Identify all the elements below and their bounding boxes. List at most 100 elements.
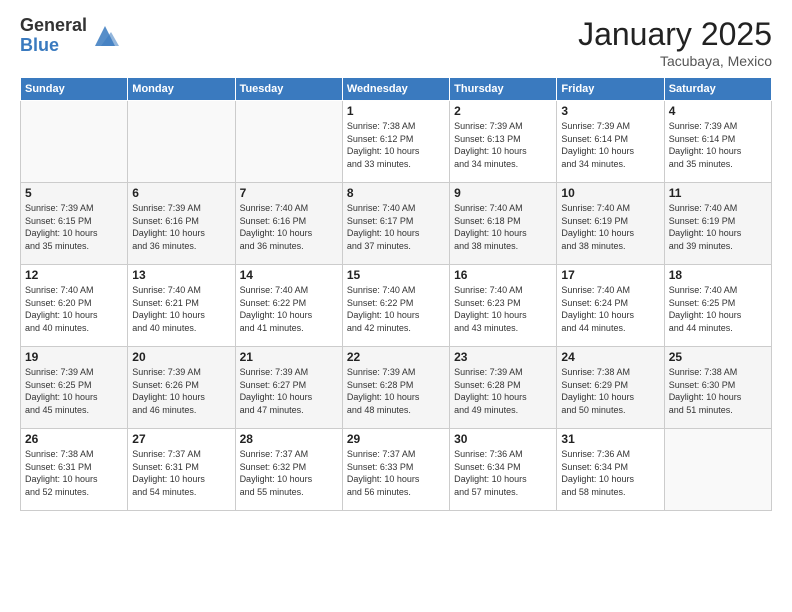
day-number: 18	[669, 268, 767, 282]
day-info: Sunrise: 7:38 AM Sunset: 6:31 PM Dayligh…	[25, 448, 123, 498]
calendar-title: January 2025	[578, 16, 772, 53]
day-info: Sunrise: 7:40 AM Sunset: 6:22 PM Dayligh…	[240, 284, 338, 334]
day-info: Sunrise: 7:39 AM Sunset: 6:16 PM Dayligh…	[132, 202, 230, 252]
table-row	[664, 429, 771, 511]
day-number: 25	[669, 350, 767, 364]
day-info: Sunrise: 7:38 AM Sunset: 6:29 PM Dayligh…	[561, 366, 659, 416]
col-wednesday: Wednesday	[342, 78, 449, 101]
day-info: Sunrise: 7:36 AM Sunset: 6:34 PM Dayligh…	[454, 448, 552, 498]
table-row: 14 Sunrise: 7:40 AM Sunset: 6:22 PM Dayli…	[235, 265, 342, 347]
calendar-week-row: 1Sunrise: 7:38 AM Sunset: 6:12 PM Daylig…	[21, 101, 772, 183]
table-row: 3 Sunrise: 7:39 AM Sunset: 6:14 PM Daylig…	[557, 101, 664, 183]
day-info: Sunrise: 7:37 AM Sunset: 6:32 PM Dayligh…	[240, 448, 338, 498]
day-info: Sunrise: 7:39 AM Sunset: 6:26 PM Dayligh…	[132, 366, 230, 416]
day-number: 22	[347, 350, 445, 364]
table-row: 7Sunrise: 7:40 AM Sunset: 6:16 PM Daylig…	[235, 183, 342, 265]
title-block: January 2025 Tacubaya, Mexico	[578, 16, 772, 69]
day-info: Sunrise: 7:39 AM Sunset: 6:28 PM Dayligh…	[454, 366, 552, 416]
day-number: 19	[25, 350, 123, 364]
day-info: Sunrise: 7:39 AM Sunset: 6:28 PM Dayligh…	[347, 366, 445, 416]
table-row: 23Sunrise: 7:39 AM Sunset: 6:28 PM Dayli…	[450, 347, 557, 429]
day-number: 26	[25, 432, 123, 446]
day-info: Sunrise: 7:38 AM Sunset: 6:30 PM Dayligh…	[669, 366, 767, 416]
day-number: 5	[25, 186, 123, 200]
day-number: 31	[561, 432, 659, 446]
day-info: Sunrise: 7:40 AM Sunset: 6:17 PM Dayligh…	[347, 202, 445, 252]
table-row: 5 Sunrise: 7:39 AM Sunset: 6:15 PM Daylig…	[21, 183, 128, 265]
day-number: 10	[561, 186, 659, 200]
table-row: 13 Sunrise: 7:40 AM Sunset: 6:21 PM Dayli…	[128, 265, 235, 347]
day-number: 27	[132, 432, 230, 446]
logo-icon	[91, 22, 119, 50]
col-monday: Monday	[128, 78, 235, 101]
logo: General Blue	[20, 16, 119, 56]
day-info: Sunrise: 7:40 AM Sunset: 6:18 PM Dayligh…	[454, 202, 552, 252]
page: General Blue January 2025 Tacubaya, Mexi…	[0, 0, 792, 612]
day-number: 11	[669, 186, 767, 200]
table-row: 4Sunrise: 7:39 AM Sunset: 6:14 PM Daylig…	[664, 101, 771, 183]
day-info: Sunrise: 7:39 AM Sunset: 6:14 PM Dayligh…	[669, 120, 767, 170]
day-number: 15	[347, 268, 445, 282]
calendar-week-row: 12 Sunrise: 7:40 AM Sunset: 6:20 PM Dayli…	[21, 265, 772, 347]
table-row: 25 Sunrise: 7:38 AM Sunset: 6:30 PM Dayli…	[664, 347, 771, 429]
day-info: Sunrise: 7:37 AM Sunset: 6:33 PM Dayligh…	[347, 448, 445, 498]
table-row: 21Sunrise: 7:39 AM Sunset: 6:27 PM Dayli…	[235, 347, 342, 429]
table-row: 22 Sunrise: 7:39 AM Sunset: 6:28 PM Dayli…	[342, 347, 449, 429]
table-row: 26 Sunrise: 7:38 AM Sunset: 6:31 PM Dayli…	[21, 429, 128, 511]
table-row: 8 Sunrise: 7:40 AM Sunset: 6:17 PM Daylig…	[342, 183, 449, 265]
day-info: Sunrise: 7:39 AM Sunset: 6:15 PM Dayligh…	[25, 202, 123, 252]
table-row	[128, 101, 235, 183]
col-saturday: Saturday	[664, 78, 771, 101]
col-friday: Friday	[557, 78, 664, 101]
day-info: Sunrise: 7:40 AM Sunset: 6:25 PM Dayligh…	[669, 284, 767, 334]
table-row: 17 Sunrise: 7:40 AM Sunset: 6:24 PM Dayli…	[557, 265, 664, 347]
day-info: Sunrise: 7:40 AM Sunset: 6:24 PM Dayligh…	[561, 284, 659, 334]
day-number: 6	[132, 186, 230, 200]
table-row: 29 Sunrise: 7:37 AM Sunset: 6:33 PM Dayli…	[342, 429, 449, 511]
calendar-subtitle: Tacubaya, Mexico	[578, 53, 772, 69]
day-info: Sunrise: 7:38 AM Sunset: 6:12 PM Dayligh…	[347, 120, 445, 170]
calendar-week-row: 26 Sunrise: 7:38 AM Sunset: 6:31 PM Dayli…	[21, 429, 772, 511]
day-number: 17	[561, 268, 659, 282]
day-number: 21	[240, 350, 338, 364]
day-info: Sunrise: 7:40 AM Sunset: 6:22 PM Dayligh…	[347, 284, 445, 334]
day-number: 30	[454, 432, 552, 446]
day-number: 8	[347, 186, 445, 200]
calendar-body: 1Sunrise: 7:38 AM Sunset: 6:12 PM Daylig…	[21, 101, 772, 511]
table-row: 9 Sunrise: 7:40 AM Sunset: 6:18 PM Daylig…	[450, 183, 557, 265]
table-row: 2Sunrise: 7:39 AM Sunset: 6:13 PM Daylig…	[450, 101, 557, 183]
header: General Blue January 2025 Tacubaya, Mexi…	[20, 16, 772, 69]
day-number: 14	[240, 268, 338, 282]
day-number: 2	[454, 104, 552, 118]
table-row: 12 Sunrise: 7:40 AM Sunset: 6:20 PM Dayli…	[21, 265, 128, 347]
table-row: 24 Sunrise: 7:38 AM Sunset: 6:29 PM Dayli…	[557, 347, 664, 429]
day-info: Sunrise: 7:39 AM Sunset: 6:14 PM Dayligh…	[561, 120, 659, 170]
day-number: 24	[561, 350, 659, 364]
day-number: 28	[240, 432, 338, 446]
table-row: 18 Sunrise: 7:40 AM Sunset: 6:25 PM Dayli…	[664, 265, 771, 347]
day-number: 12	[25, 268, 123, 282]
day-info: Sunrise: 7:40 AM Sunset: 6:19 PM Dayligh…	[561, 202, 659, 252]
table-row	[21, 101, 128, 183]
col-tuesday: Tuesday	[235, 78, 342, 101]
day-info: Sunrise: 7:40 AM Sunset: 6:21 PM Dayligh…	[132, 284, 230, 334]
table-row: 1Sunrise: 7:38 AM Sunset: 6:12 PM Daylig…	[342, 101, 449, 183]
day-info: Sunrise: 7:37 AM Sunset: 6:31 PM Dayligh…	[132, 448, 230, 498]
day-number: 16	[454, 268, 552, 282]
day-info: Sunrise: 7:40 AM Sunset: 6:19 PM Dayligh…	[669, 202, 767, 252]
day-info: Sunrise: 7:40 AM Sunset: 6:20 PM Dayligh…	[25, 284, 123, 334]
day-info: Sunrise: 7:40 AM Sunset: 6:16 PM Dayligh…	[240, 202, 338, 252]
day-info: Sunrise: 7:36 AM Sunset: 6:34 PM Dayligh…	[561, 448, 659, 498]
logo-general: General	[20, 16, 87, 36]
day-number: 9	[454, 186, 552, 200]
col-thursday: Thursday	[450, 78, 557, 101]
day-number: 29	[347, 432, 445, 446]
day-number: 13	[132, 268, 230, 282]
table-row: 10 Sunrise: 7:40 AM Sunset: 6:19 PM Dayli…	[557, 183, 664, 265]
calendar-table: Sunday Monday Tuesday Wednesday Thursday…	[20, 77, 772, 511]
day-number: 3	[561, 104, 659, 118]
table-row: 30 Sunrise: 7:36 AM Sunset: 6:34 PM Dayli…	[450, 429, 557, 511]
header-row: Sunday Monday Tuesday Wednesday Thursday…	[21, 78, 772, 101]
logo-blue: Blue	[20, 36, 87, 56]
table-row: 28 Sunrise: 7:37 AM Sunset: 6:32 PM Dayli…	[235, 429, 342, 511]
